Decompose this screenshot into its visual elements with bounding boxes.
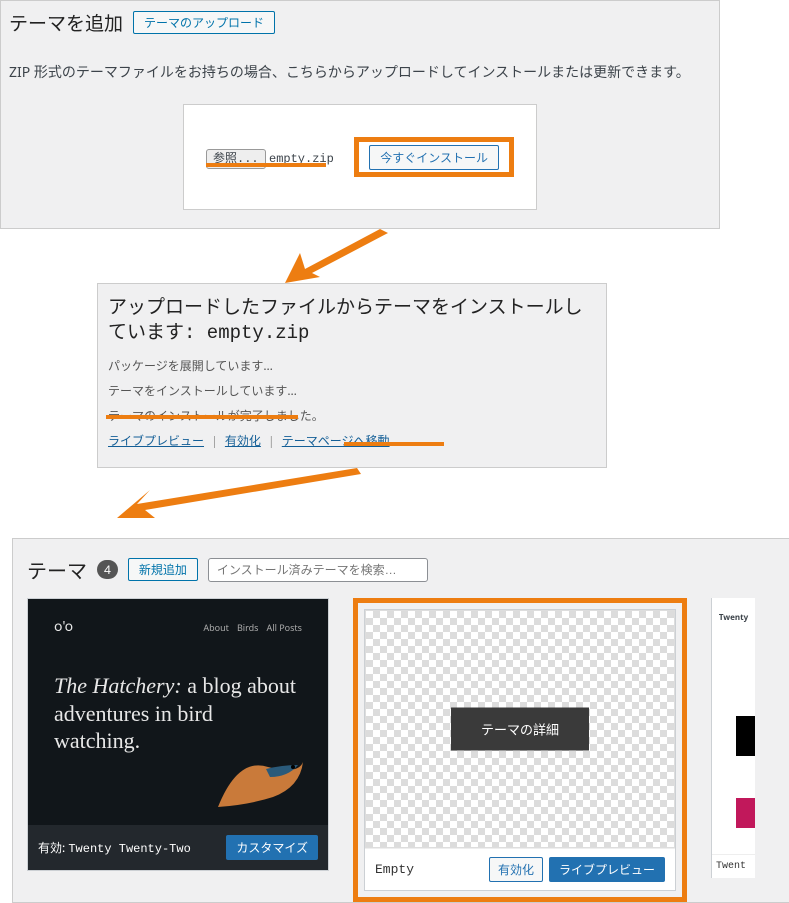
upload-theme-button[interactable]: テーマのアップロード xyxy=(133,11,275,34)
themes-panel: テーマ 4 新規追加 o'o About Birds All Posts The… xyxy=(12,538,789,903)
theme-card-footer: 有効: Twenty Twenty-Two カスタマイズ xyxy=(28,825,328,870)
theme-name-partial: Twent xyxy=(712,854,755,878)
upload-note: ZIP 形式のテーマファイルをお持ちの場合、こちらからアップロードしてインストー… xyxy=(9,62,711,82)
live-preview-button[interactable]: ライブプレビュー xyxy=(549,857,665,882)
separator: | xyxy=(211,432,218,449)
install-now-button[interactable]: 今すぐインストール xyxy=(369,145,499,170)
theme-details-button[interactable]: テーマの詳細 xyxy=(451,708,589,751)
live-preview-link[interactable]: ライブプレビュー xyxy=(108,432,204,449)
theme-screenshot: o'o About Birds All Posts The Hatchery: … xyxy=(28,599,328,825)
annotation-highlight-box: テーマの詳細 Empty 有効化 ライブプレビュー xyxy=(353,598,687,902)
install-links: ライブプレビュー | 有効化 | テーマページへ移動 xyxy=(108,432,596,449)
preview-partial-text: Twenty xyxy=(712,598,755,623)
theme-cards: o'o About Birds All Posts The Hatchery: … xyxy=(27,598,786,902)
install-highlight: 今すぐインストール xyxy=(354,137,514,177)
annotation-underline xyxy=(206,163,326,167)
theme-screenshot-empty: テーマの詳細 xyxy=(365,610,675,848)
active-theme-label: 有効: Twenty Twenty-Two xyxy=(38,839,191,856)
preview-nav: About Birds All Posts xyxy=(203,621,302,634)
page-title: テーマを追加 xyxy=(9,9,123,36)
annotation-arrow-2 xyxy=(97,468,789,524)
separator: | xyxy=(268,432,275,449)
annotation-underline xyxy=(344,442,444,446)
themes-title: テーマ xyxy=(27,555,87,584)
preview-headline: The Hatchery: a blog about adventures in… xyxy=(54,672,302,755)
add-theme-panel: テーマを追加 テーマのアップロード ZIP 形式のテーマファイルをお持ちの場合、… xyxy=(0,0,720,229)
progress-line-2: テーマをインストールしています… xyxy=(108,382,596,399)
activate-button[interactable]: 有効化 xyxy=(489,857,543,882)
themes-header: テーマ 4 新規追加 xyxy=(27,555,786,584)
progress-line-1: パッケージを展開しています… xyxy=(108,357,596,374)
add-new-button[interactable]: 新規追加 xyxy=(128,558,198,581)
annotation-underline xyxy=(106,415,298,419)
panel-header: テーマを追加 テーマのアップロード xyxy=(9,9,711,36)
upload-box: 参照... empty.zip 今すぐインストール xyxy=(183,104,537,210)
install-title: アップロードしたファイルからテーマをインストールしています: empty.zip xyxy=(108,296,596,345)
customize-button[interactable]: カスタマイズ xyxy=(226,835,318,860)
bird-illustration-icon xyxy=(208,747,308,817)
theme-card-empty[interactable]: テーマの詳細 Empty 有効化 ライブプレビュー xyxy=(364,609,676,891)
logo-icon: o'o xyxy=(54,617,73,636)
goto-themes-link[interactable]: テーマページへ移動 xyxy=(282,432,390,449)
theme-card-footer: Empty 有効化 ライブプレビュー xyxy=(365,848,675,890)
preview-blackband xyxy=(736,716,755,756)
theme-name: Empty xyxy=(375,862,414,877)
install-progress-panel: アップロードしたファイルからテーマをインストールしています: empty.zip… xyxy=(97,283,607,468)
theme-card-partial[interactable]: Twenty Twent xyxy=(711,598,755,878)
theme-card-active[interactable]: o'o About Birds All Posts The Hatchery: … xyxy=(27,598,329,871)
activate-link[interactable]: 有効化 xyxy=(225,432,261,449)
theme-count-badge: 4 xyxy=(97,560,118,579)
search-themes-input[interactable] xyxy=(208,558,428,582)
annotation-arrow-1 xyxy=(0,229,720,283)
